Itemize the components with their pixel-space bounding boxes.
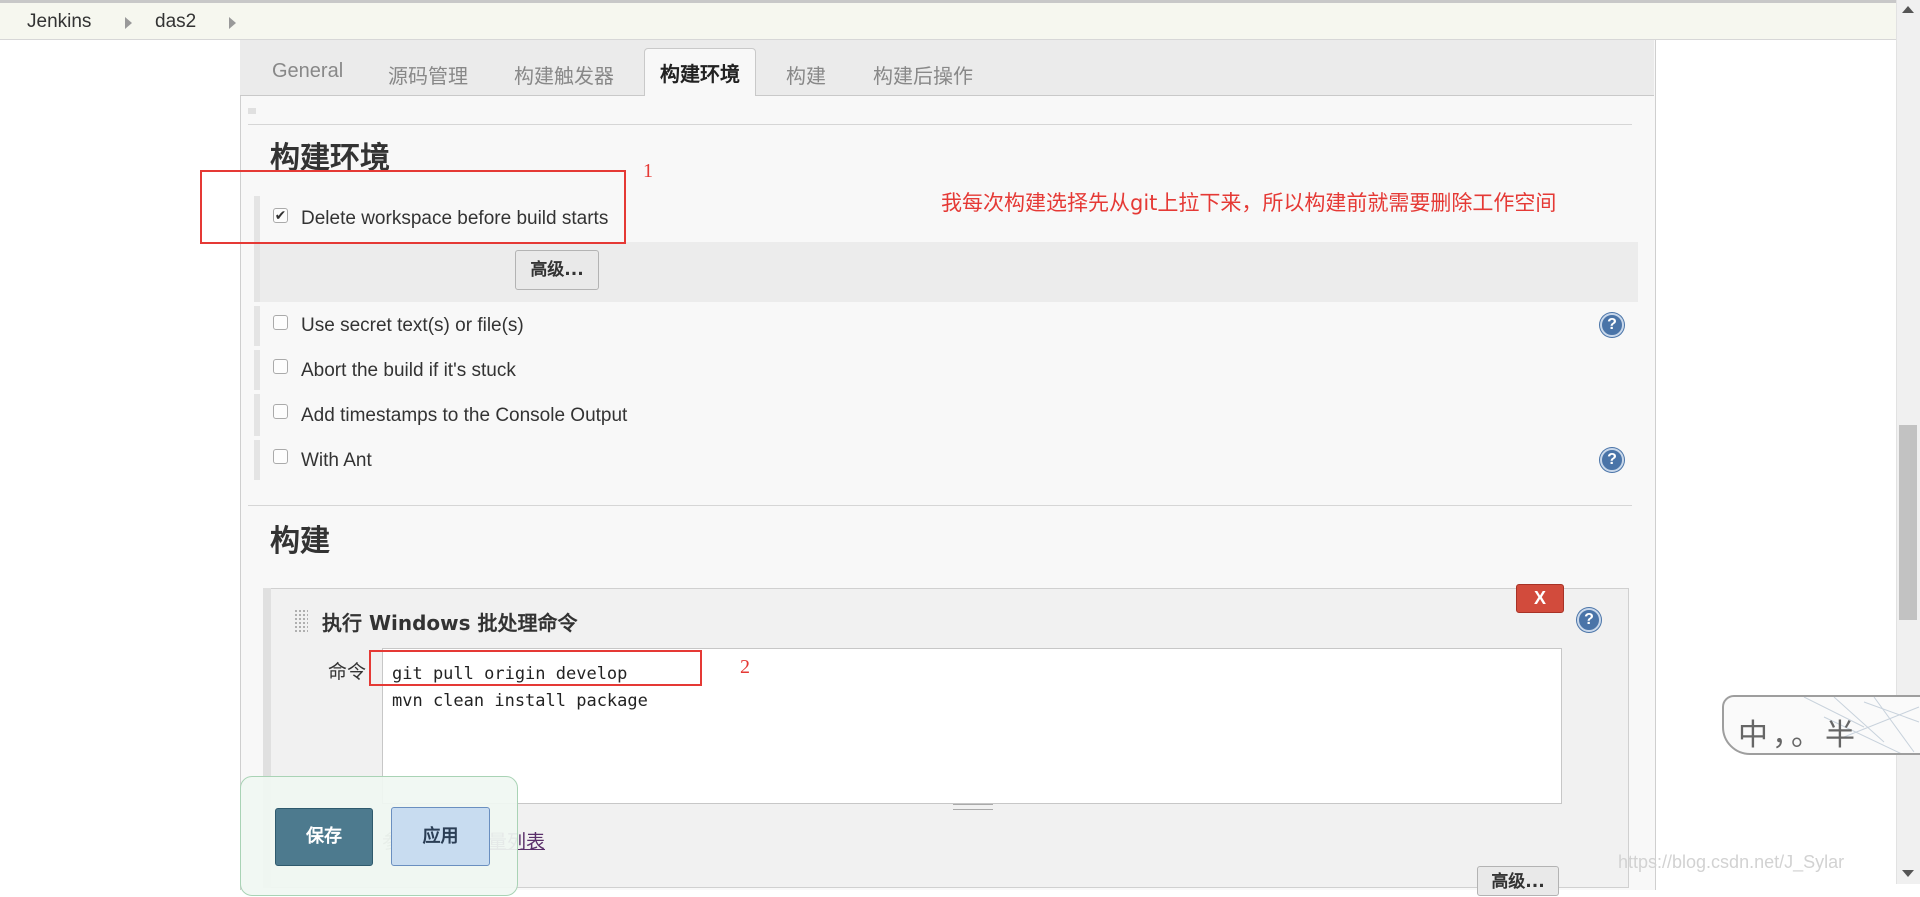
option-bar [254, 242, 260, 302]
help-icon[interactable]: ? [1600, 313, 1624, 337]
timestamps-checkbox[interactable] [273, 404, 288, 419]
annotation-box-1 [200, 170, 626, 244]
divider [248, 124, 1632, 125]
breadcrumb-separator-icon[interactable] [125, 17, 132, 29]
tab-general[interactable]: General [272, 60, 343, 83]
delete-step-button[interactable]: X [1516, 584, 1564, 613]
resize-handle-icon[interactable] [953, 804, 993, 810]
command-label: 命令 [328, 661, 367, 683]
annotation-note: 我每次构建选择先从git上拉下来，所以构建前就需要删除工作空间 [941, 191, 1557, 215]
apply-button[interactable]: 应用 [391, 807, 490, 866]
option-bar [254, 350, 260, 390]
with-ant-label: With Ant [301, 450, 372, 471]
help-icon[interactable]: ? [1577, 608, 1601, 632]
option-bar [254, 306, 260, 346]
abort-stuck-checkbox[interactable] [273, 359, 288, 374]
breadcrumb: Jenkins das2 [0, 0, 1920, 40]
step-advanced-button[interactable]: 高级... [1477, 866, 1559, 896]
secret-text-checkbox[interactable] [273, 315, 288, 330]
scroll-down-icon[interactable] [1902, 870, 1914, 877]
with-ant-checkbox[interactable] [273, 449, 288, 464]
tab-post-build[interactable]: 构建后操作 [873, 60, 973, 89]
breadcrumb-separator-icon[interactable] [229, 17, 236, 29]
scroll-up-icon[interactable] [1902, 6, 1914, 13]
save-button[interactable]: 保存 [275, 808, 373, 866]
drag-handle-icon[interactable] [294, 609, 308, 633]
tab-scm[interactable]: 源码管理 [388, 60, 468, 89]
annotation-box-2 [369, 650, 702, 686]
help-icon[interactable]: ? [1600, 448, 1624, 472]
timestamps-label: Add timestamps to the Console Output [301, 405, 628, 426]
breadcrumb-jenkins[interactable]: Jenkins [27, 11, 91, 33]
section-marker [248, 108, 256, 114]
watermark: https://blog.csdn.net/J_Sylar [1618, 852, 1845, 872]
option-bar [254, 440, 260, 480]
tab-build[interactable]: 构建 [786, 60, 826, 89]
tab-triggers[interactable]: 构建触发器 [514, 60, 614, 89]
scrollbar-thumb[interactable] [1899, 425, 1917, 620]
secret-text-label: Use secret text(s) or file(s) [301, 315, 524, 336]
annotation-marker-1: 1 [643, 160, 653, 182]
advanced-row [260, 242, 1638, 302]
divider [248, 505, 1632, 506]
ime-mode-text: 中，。半 [1738, 718, 1859, 753]
abort-stuck-label: Abort the build if it's stuck [301, 360, 516, 381]
tab-build-environment[interactable]: 构建环境 [644, 48, 756, 96]
build-step-title: 执行 Windows 批处理命令 [322, 611, 578, 635]
config-tabs: General 源码管理 构建触发器 构建环境 构建 构建后操作 [240, 40, 1654, 96]
breadcrumb-das2[interactable]: das2 [155, 11, 196, 33]
option-bar [254, 394, 260, 436]
annotation-marker-2: 2 [740, 656, 750, 678]
advanced-button[interactable]: 高级... [515, 250, 599, 290]
build-title: 构建 [270, 524, 330, 559]
